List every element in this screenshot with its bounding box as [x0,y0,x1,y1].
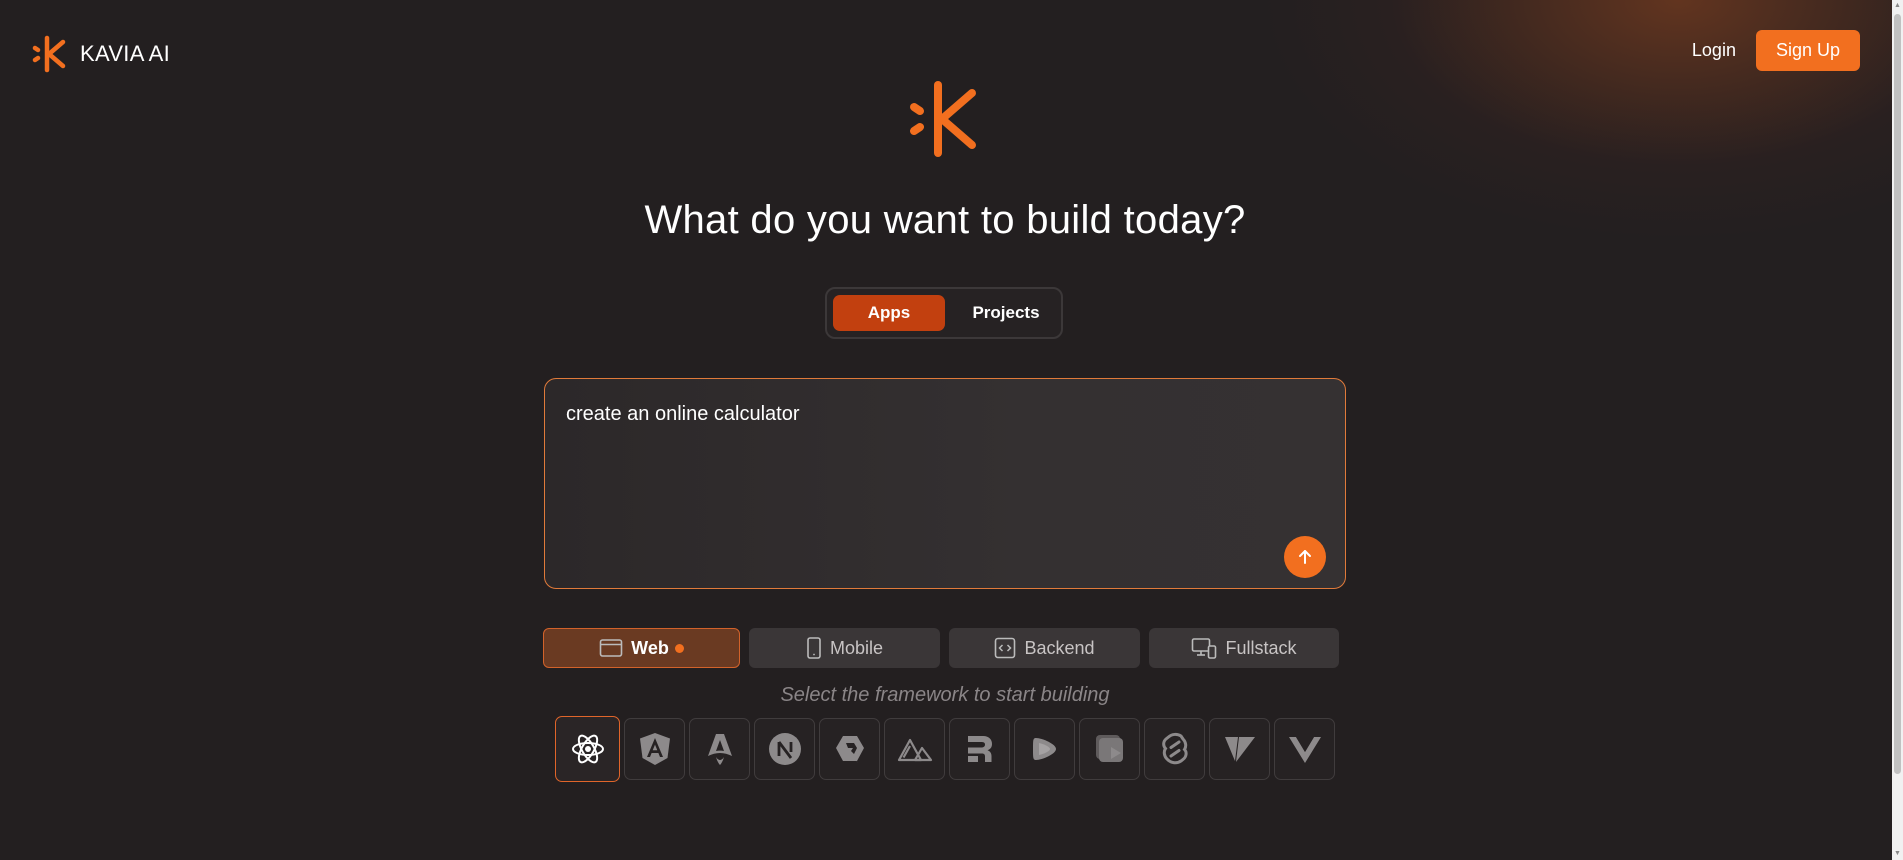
framework-qwik-button[interactable] [819,718,880,780]
nuxt-icon [897,738,932,762]
platform-backend-button[interactable]: Backend [949,628,1140,668]
remotion-icon [1095,735,1123,762]
nextjs-icon [768,733,801,765]
arrow-up-icon [1299,550,1311,564]
framework-nuxt-button[interactable] [884,718,945,780]
selected-dot-icon [674,643,684,653]
send-button[interactable] [1284,536,1326,578]
platform-web-button[interactable]: Web [543,628,740,668]
vite-icon [1224,737,1255,762]
kavia-hero-logo-icon [910,81,976,157]
brand-name: KAVIA AI [80,41,171,66]
platform-web-label: Web [631,637,669,658]
platform-fullstack-button[interactable]: Fullstack [1149,628,1339,668]
framework-remix-button[interactable] [949,718,1010,780]
devices-icon [1192,638,1217,659]
svelte-icon [1161,732,1188,765]
prompt-text[interactable]: create an online calculator [566,403,799,426]
vue-icon [1288,737,1321,763]
prompt-input[interactable]: create an online calculator [544,378,1346,589]
angular-icon [639,733,670,765]
platform-selector: Web Mobile Backend Fullstack [543,628,1339,668]
code-icon [995,637,1016,659]
mode-toggle: Apps Projects [825,287,1063,339]
framework-react-button[interactable] [555,716,620,782]
platform-mobile-button[interactable]: Mobile [749,628,940,668]
platform-fullstack-label: Fullstack [1225,637,1297,658]
kavia-logo-icon [32,35,66,73]
framework-angular-button[interactable] [624,718,685,780]
framework-hint: Select the framework to start building [780,684,1110,706]
auth-actions: Login Sign Up [1692,30,1860,71]
brand[interactable]: KAVIA AI [32,34,170,74]
framework-svelte-button[interactable] [1144,718,1205,780]
page-headline: What do you want to build today? [644,198,1246,242]
astro-icon [707,734,732,765]
qwik-icon [835,736,864,763]
login-link[interactable]: Login [1692,40,1736,61]
react-icon [571,734,604,764]
page-scrollbar[interactable]: ▲ ▼ [1892,0,1903,860]
scroll-up-icon[interactable]: ▲ [1892,0,1903,12]
scrollbar-thumb[interactable] [1894,14,1901,774]
browser-window-icon [599,639,623,657]
framework-remotion-button[interactable] [1079,718,1140,780]
remix-icon [967,736,992,762]
slidev-icon [1032,738,1056,760]
platform-mobile-label: Mobile [829,637,884,658]
tab-projects[interactable]: Projects [953,295,1059,331]
signup-button[interactable]: Sign Up [1755,30,1860,71]
platform-backend-label: Backend [1024,637,1095,658]
scroll-down-icon[interactable]: ▼ [1892,848,1903,860]
framework-nextjs-button[interactable] [754,718,815,780]
framework-vue-button[interactable] [1274,718,1335,780]
framework-vite-button[interactable] [1209,718,1270,780]
smartphone-icon [807,637,821,659]
framework-slidev-button[interactable] [1014,718,1075,780]
framework-astro-button[interactable] [689,718,750,780]
tab-apps[interactable]: Apps [833,295,945,331]
framework-selector [555,716,1335,782]
